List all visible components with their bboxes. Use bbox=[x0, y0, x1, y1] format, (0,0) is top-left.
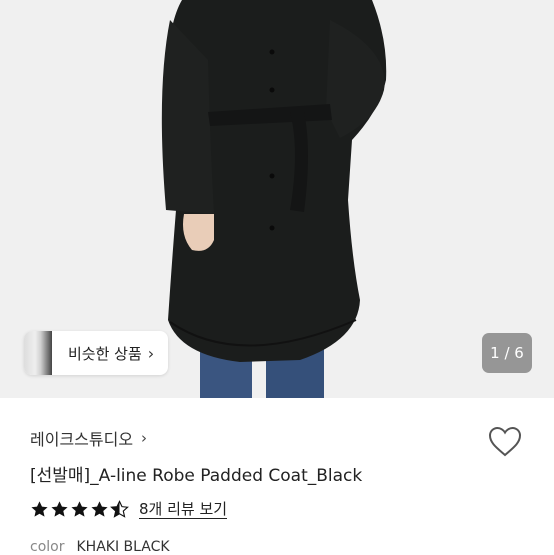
color-option: color KHAKI BLACK bbox=[30, 539, 170, 555]
similar-products-label: 비슷한 상품 bbox=[68, 344, 142, 363]
chevron-right-icon: › bbox=[141, 429, 148, 447]
similar-thumbnail bbox=[24, 331, 52, 375]
product-info: 레이크스튜디오 › [선발매]_A-line Robe Padded Coat_… bbox=[0, 398, 554, 555]
heart-icon[interactable] bbox=[487, 424, 523, 460]
similar-products-button[interactable]: 비슷한 상품 › bbox=[24, 331, 169, 375]
product-image-gallery[interactable]: 비슷한 상품 › 1 / 6 bbox=[0, 0, 554, 398]
rating-row: 8개 리뷰 보기 bbox=[30, 500, 228, 519]
product-title: [선발매]_A-line Robe Padded Coat_Black bbox=[30, 466, 363, 486]
color-value: KHAKI BLACK bbox=[76, 539, 170, 555]
shop-name: 레이크스튜디오 bbox=[30, 430, 134, 449]
image-counter: 1 / 6 bbox=[482, 333, 532, 373]
star-icon bbox=[51, 501, 68, 517]
color-label: color bbox=[30, 539, 65, 555]
shop-link[interactable]: 레이크스튜디오 › bbox=[30, 426, 147, 450]
review-link[interactable]: 8개 리뷰 보기 bbox=[139, 500, 228, 519]
chevron-right-icon: › bbox=[147, 343, 155, 363]
half-star-icon bbox=[110, 500, 129, 518]
star-icon bbox=[71, 501, 88, 517]
star-icon bbox=[91, 501, 108, 517]
star-icon bbox=[31, 501, 48, 517]
